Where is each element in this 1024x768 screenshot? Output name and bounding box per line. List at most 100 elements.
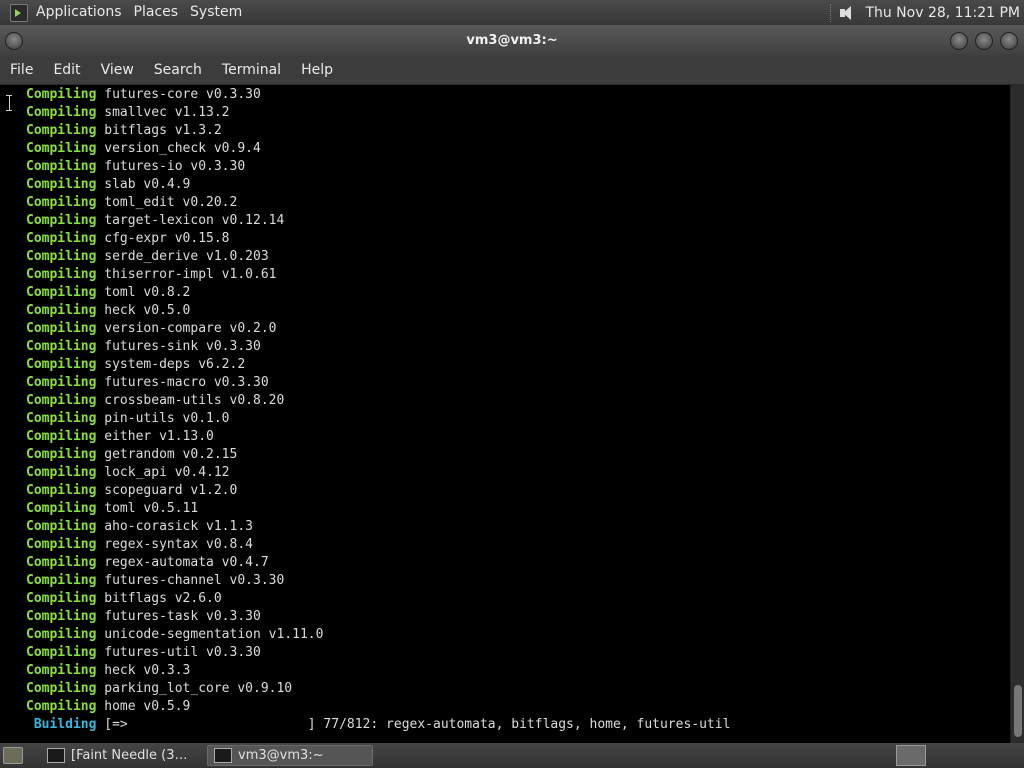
menu-view[interactable]: View: [91, 56, 144, 84]
terminal-line: Compiling smallvec v1.13.2: [26, 104, 730, 122]
window-titlebar[interactable]: vm3@vm3:~: [0, 25, 1024, 56]
terminal-line-status: Compiling: [26, 177, 97, 192]
menu-terminal[interactable]: Terminal: [212, 56, 291, 84]
terminal-line-status: Compiling: [26, 393, 97, 408]
terminal-line-text: scopeguard v1.2.0: [96, 483, 238, 498]
terminal-line-text: home v0.5.9: [96, 699, 191, 714]
system-menu[interactable]: System: [184, 0, 248, 25]
terminal-line-status: Compiling: [26, 555, 97, 570]
terminal-line-text: heck v0.3.3: [96, 663, 191, 678]
terminal-line-text: lock_api v0.4.12: [96, 465, 230, 480]
terminal-line-status: Compiling: [26, 429, 97, 444]
show-desktop-button[interactable]: [3, 747, 23, 764]
panel-tray: Thu Nov 28, 11:21 PM: [824, 0, 1024, 25]
terminal-line-status: Compiling: [26, 609, 97, 624]
terminal-line-text: parking_lot_core v0.9.10: [96, 681, 293, 696]
terminal-line-status: Compiling: [26, 105, 97, 120]
minimize-button[interactable]: [950, 32, 968, 50]
window-menu-button[interactable]: [5, 32, 23, 50]
terminal-line-status: Compiling: [26, 87, 97, 102]
terminal-line: Compiling futures-core v0.3.30: [26, 86, 730, 104]
panel-separator: [830, 3, 833, 22]
taskbar-item-terminal[interactable]: vm3@vm3:~: [207, 745, 373, 766]
terminal-line-status: Compiling: [26, 249, 97, 264]
terminal-line: Compiling scopeguard v1.2.0: [26, 482, 730, 500]
terminal-line: Compiling heck v0.3.3: [26, 662, 730, 680]
menu-search[interactable]: Search: [144, 56, 212, 84]
terminal-menubar: File Edit View Search Terminal Help: [0, 56, 1024, 85]
terminal-line: Compiling aho-corasick v1.1.3: [26, 518, 730, 536]
terminal-line-text: target-lexicon v0.12.14: [96, 213, 285, 228]
terminal-line-text: getrandom v0.2.15: [96, 447, 238, 462]
terminal-line: Compiling toml v0.8.2: [26, 284, 730, 302]
menu-file[interactable]: File: [0, 56, 43, 84]
terminal-line-status: Compiling: [26, 537, 97, 552]
terminal-line-status: Compiling: [26, 339, 97, 354]
terminal-line-status: Compiling: [26, 411, 97, 426]
scrollbar-thumb[interactable]: [1014, 685, 1022, 737]
terminal-line-text: regex-syntax v0.8.4: [96, 537, 253, 552]
terminal-line-status: Compiling: [26, 123, 97, 138]
workspace-switcher[interactable]: [896, 745, 926, 766]
terminal-line-text: either v1.13.0: [96, 429, 214, 444]
clock[interactable]: Thu Nov 28, 11:21 PM: [865, 5, 1024, 21]
terminal-line: Compiling bitflags v2.6.0: [26, 590, 730, 608]
terminal-line: Compiling regex-syntax v0.8.4: [26, 536, 730, 554]
terminal-line: Compiling pin-utils v0.1.0: [26, 410, 730, 428]
terminal-line-status: Compiling: [26, 483, 97, 498]
terminal-line-text: futures-io v0.3.30: [96, 159, 246, 174]
maximize-button[interactable]: [975, 32, 993, 50]
terminal-line-status: Compiling: [26, 285, 97, 300]
places-menu[interactable]: Places: [128, 0, 185, 25]
close-button[interactable]: [1000, 32, 1018, 50]
terminal-line-status: Compiling: [26, 501, 97, 516]
terminal-line-status: Compiling: [26, 159, 97, 174]
terminal-line-status: Building: [26, 717, 97, 732]
menu-help[interactable]: Help: [291, 56, 343, 84]
terminal-line-text: bitflags v1.3.2: [96, 123, 222, 138]
terminal-line: Compiling futures-util v0.3.30: [26, 644, 730, 662]
taskbar-item-faint-needle[interactable]: [Faint Needle (3d ra...: [41, 745, 201, 766]
terminal-line-status: Compiling: [26, 465, 97, 480]
window-icon: [47, 748, 65, 763]
terminal-line-text: futures-core v0.3.30: [96, 87, 261, 102]
terminal-line: Compiling futures-channel v0.3.30: [26, 572, 730, 590]
terminal-line-status: Compiling: [26, 267, 97, 282]
terminal-line-text: version_check v0.9.4: [96, 141, 261, 156]
terminal-line-status: Compiling: [26, 681, 97, 696]
terminal-line-status: Compiling: [26, 321, 97, 336]
terminal-line: Compiling slab v0.4.9: [26, 176, 730, 194]
terminal-line-text: bitflags v2.6.0: [96, 591, 222, 606]
terminal-icon: [214, 748, 232, 763]
terminal-line-status: Compiling: [26, 573, 97, 588]
terminal-line: Compiling toml v0.5.11: [26, 500, 730, 518]
terminal-line-status: Compiling: [26, 699, 97, 714]
text-cursor-icon: [6, 95, 16, 111]
terminal-line: Compiling thiserror-impl v1.0.61: [26, 266, 730, 284]
terminal-line-text: toml_edit v0.20.2: [96, 195, 238, 210]
volume-icon[interactable]: [839, 5, 857, 21]
terminal-line-text: serde_derive v1.0.203: [96, 249, 269, 264]
terminal-line-status: Compiling: [26, 141, 97, 156]
terminal-line: Compiling home v0.5.9: [26, 698, 730, 716]
applications-menu[interactable]: Applications: [30, 0, 128, 25]
terminal-line-status: Compiling: [26, 303, 97, 318]
terminal-line-status: Compiling: [26, 357, 97, 372]
terminal-line-text: thiserror-impl v1.0.61: [96, 267, 277, 282]
terminal-scrollbar[interactable]: [1010, 85, 1024, 743]
terminal-line-text: pin-utils v0.1.0: [96, 411, 230, 426]
terminal-line-status: Compiling: [26, 519, 97, 534]
terminal-line: Compiling version_check v0.9.4: [26, 140, 730, 158]
applications-menu-icon[interactable]: [10, 3, 28, 22]
top-panel: Applications Places System Thu Nov 28, 1…: [0, 0, 1024, 25]
bottom-taskbar: [Faint Needle (3d ra... vm3@vm3:~: [0, 743, 1024, 768]
terminal-output[interactable]: Compiling futures-core v0.3.30 Compiling …: [0, 85, 1010, 743]
terminal-line: Compiling heck v0.5.0: [26, 302, 730, 320]
menu-edit[interactable]: Edit: [43, 56, 90, 84]
terminal-line: Compiling futures-io v0.3.30: [26, 158, 730, 176]
taskbar-item-label: [Faint Needle (3d ra...: [71, 748, 195, 763]
terminal-line: Compiling futures-sink v0.3.30: [26, 338, 730, 356]
terminal-line: Compiling target-lexicon v0.12.14: [26, 212, 730, 230]
terminal-lines: Compiling futures-core v0.3.30 Compiling …: [26, 86, 730, 734]
terminal-line-status: Compiling: [26, 213, 97, 228]
